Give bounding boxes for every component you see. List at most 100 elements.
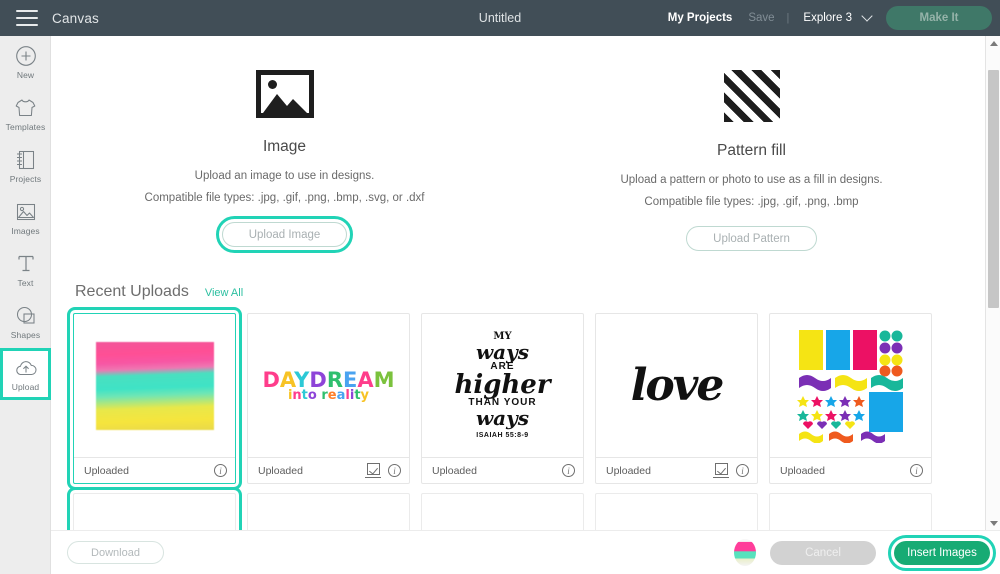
info-icon[interactable]: i bbox=[388, 464, 401, 477]
sidebar-item-images[interactable]: Images bbox=[0, 192, 51, 244]
main-panel: Image Upload an image to use in designs.… bbox=[51, 36, 1000, 574]
art-line: ways bbox=[475, 340, 530, 364]
save-button[interactable]: Save bbox=[740, 12, 782, 24]
chevron-down-icon[interactable] bbox=[863, 12, 872, 21]
scrollbar-track[interactable] bbox=[986, 50, 1000, 516]
cancel-button[interactable]: Cancel bbox=[770, 540, 876, 565]
upload-card[interactable]: Uploaded i bbox=[67, 307, 242, 490]
footer-bar: Download Cancel Insert Images bbox=[51, 530, 1000, 574]
cut-preview-icon[interactable] bbox=[713, 463, 729, 478]
view-all-link[interactable]: View All bbox=[205, 287, 243, 299]
upload-card-status: Uploaded bbox=[258, 464, 303, 477]
upload-card-status: Uploaded bbox=[432, 464, 477, 477]
love-script-art: love bbox=[630, 360, 725, 411]
upload-scroll-area: Image Upload an image to use in designs.… bbox=[51, 36, 985, 530]
top-header-bar: Canvas Untitled My Projects Save | Explo… bbox=[0, 0, 1000, 36]
upload-card-thumbnail: MY ways ARE higher THAN YOUR ways ISAIAH… bbox=[422, 314, 583, 457]
sidebar-item-label: Text bbox=[17, 277, 34, 288]
sidebar-item-shapes[interactable]: Shapes bbox=[0, 296, 51, 348]
upload-card-footer: Uploaded i bbox=[770, 457, 931, 483]
sidebar-item-upload[interactable]: Upload bbox=[0, 348, 51, 400]
text-t-icon bbox=[16, 253, 36, 275]
header-divider: | bbox=[786, 12, 790, 24]
upload-cloud-icon bbox=[14, 357, 38, 379]
my-projects-button[interactable]: My Projects bbox=[660, 12, 741, 24]
upload-option-description: Upload a pattern or photo to use as a fi… bbox=[620, 174, 883, 186]
sidebar-item-label: Upload bbox=[11, 381, 40, 392]
upload-option-image: Image Upload an image to use in designs.… bbox=[51, 70, 518, 253]
upload-card[interactable] bbox=[595, 493, 758, 530]
upload-card[interactable] bbox=[247, 493, 410, 530]
left-sidebar: New Templates Projects Images Text Shape… bbox=[0, 36, 51, 574]
upload-card-icons: i bbox=[713, 463, 749, 478]
app-root: Canvas Untitled My Projects Save | Explo… bbox=[0, 0, 1000, 574]
pattern-stripes-icon bbox=[723, 70, 780, 122]
shirt-icon bbox=[14, 97, 37, 119]
photo-icon bbox=[15, 201, 37, 223]
upload-card-icons: i bbox=[214, 464, 227, 477]
sidebar-item-templates[interactable]: Templates bbox=[0, 88, 51, 140]
sidebar-item-new[interactable]: New bbox=[0, 36, 51, 88]
make-it-button[interactable]: Make It bbox=[886, 6, 992, 30]
vertical-scrollbar[interactable] bbox=[985, 36, 1000, 530]
upload-card-footer: Uploaded i bbox=[596, 457, 757, 483]
upload-card[interactable] bbox=[769, 493, 932, 530]
daydream-art: DAYDREAM into reality bbox=[262, 368, 395, 403]
recent-uploads-title: Recent Uploads bbox=[75, 283, 189, 300]
upload-option-pattern: Pattern fill Upload a pattern or photo t… bbox=[518, 70, 985, 251]
shapes-icon bbox=[15, 305, 37, 327]
upload-option-title: Image bbox=[262, 138, 307, 155]
upload-card-footer: Uploaded i bbox=[74, 457, 235, 483]
art-line: ISAIAH 55:8-9 bbox=[476, 432, 529, 439]
upload-card-icons: i bbox=[365, 463, 401, 478]
recent-uploads-header: Recent Uploads View All bbox=[51, 251, 985, 301]
upload-card-thumbnail: DAYDREAM into reality bbox=[248, 314, 409, 457]
recent-uploads-grid: Uploaded i DAYDREAM into reality Uploade… bbox=[51, 301, 985, 490]
watercolor-gradient-art bbox=[95, 341, 214, 430]
upload-option-description: Upload an image to use in designs. bbox=[194, 170, 375, 182]
upload-image-button[interactable]: Upload Image bbox=[215, 216, 354, 253]
upload-image-button-wrap: Upload Image bbox=[215, 216, 354, 253]
upload-pattern-button-wrap: Upload Pattern bbox=[686, 226, 817, 251]
explore-selector[interactable]: Explore 3 bbox=[793, 12, 856, 24]
sidebar-item-projects[interactable]: Projects bbox=[0, 140, 51, 192]
sticker-sheet-art bbox=[796, 330, 903, 443]
scrollbar-thumb[interactable] bbox=[988, 70, 999, 308]
sidebar-item-label: Images bbox=[11, 225, 40, 236]
upload-pattern-button[interactable]: Upload Pattern bbox=[686, 226, 817, 251]
scroll-up-arrow-icon[interactable] bbox=[986, 36, 1000, 50]
upload-card[interactable]: love Uploaded i bbox=[595, 313, 758, 484]
upload-card[interactable]: Uploaded i bbox=[769, 313, 932, 484]
upload-card[interactable] bbox=[421, 493, 584, 530]
cut-preview-icon[interactable] bbox=[365, 463, 381, 478]
notebook-icon bbox=[15, 149, 36, 171]
hamburger-icon[interactable] bbox=[16, 10, 38, 26]
upload-card-footer: Uploaded i bbox=[422, 457, 583, 483]
art-line: ways bbox=[475, 406, 530, 430]
image-icon bbox=[255, 70, 314, 118]
upload-options-row: Image Upload an image to use in designs.… bbox=[51, 36, 985, 253]
upload-card[interactable]: MY ways ARE higher THAN YOUR ways ISAIAH… bbox=[421, 313, 584, 484]
my-ways-are-higher-art: MY ways ARE higher THAN YOUR ways ISAIAH… bbox=[454, 332, 551, 440]
scroll-down-arrow-icon[interactable] bbox=[986, 516, 1000, 530]
sidebar-item-label: Projects bbox=[9, 173, 42, 184]
sidebar-item-text[interactable]: Text bbox=[0, 244, 51, 296]
app-name-label: Canvas bbox=[52, 10, 99, 26]
info-icon[interactable]: i bbox=[910, 464, 923, 477]
art-line: higher bbox=[454, 370, 551, 400]
upload-card[interactable] bbox=[67, 487, 242, 530]
info-icon[interactable]: i bbox=[214, 464, 227, 477]
selected-image-thumbnail[interactable] bbox=[734, 539, 756, 566]
insert-images-button[interactable]: Insert Images bbox=[888, 534, 996, 571]
upload-card[interactable]: DAYDREAM into reality Uploaded i bbox=[247, 313, 410, 484]
upload-card-icons: i bbox=[562, 464, 575, 477]
upload-card-thumbnail bbox=[770, 314, 931, 457]
header-actions: My Projects Save | Explore 3 Make It bbox=[660, 6, 1000, 30]
sidebar-item-label: Shapes bbox=[10, 329, 41, 340]
download-button[interactable]: Download bbox=[67, 541, 164, 564]
upload-option-filetypes: Compatible file types: .jpg, .gif, .png,… bbox=[644, 196, 859, 208]
sidebar-item-label: Templates bbox=[5, 121, 46, 132]
info-icon[interactable]: i bbox=[736, 464, 749, 477]
upload-card-status: Uploaded bbox=[84, 464, 129, 477]
info-icon[interactable]: i bbox=[562, 464, 575, 477]
